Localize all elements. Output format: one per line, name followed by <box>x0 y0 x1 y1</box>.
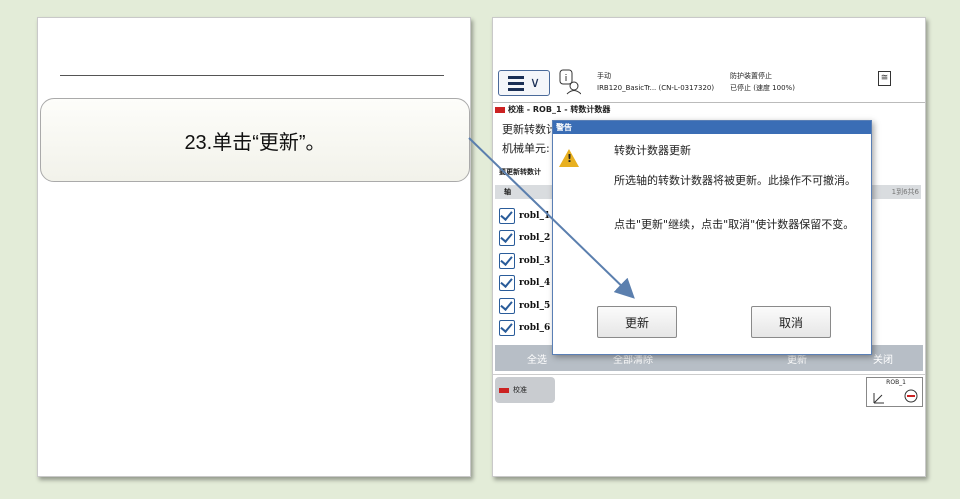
checkbox-checked[interactable] <box>499 208 515 224</box>
instruction-callout: 23.单击“更新”。 <box>40 98 470 182</box>
taskbar: 校准 ROB_1 <box>493 374 925 407</box>
checkbox-checked[interactable] <box>499 253 515 269</box>
mode-text: 手动 <box>597 72 611 80</box>
chevron-down-icon: ∨ <box>529 75 541 91</box>
close-bar-button[interactable]: 关闭 <box>873 351 893 366</box>
checkbox-checked[interactable] <box>499 230 515 246</box>
calibration-icon <box>495 106 505 113</box>
safety-text: 防护装置停止 <box>730 72 772 80</box>
dialog-body-2: 点击"更新"继续，点击"取消"使计数器保留不变。 <box>614 218 855 231</box>
checkbox-checked[interactable] <box>499 298 515 314</box>
jog-status-button[interactable]: ROB_1 <box>866 377 923 407</box>
select-all-button[interactable]: 全选 <box>527 351 547 366</box>
checkbox-checked[interactable] <box>499 275 515 291</box>
axis-row-5[interactable]: robl_5 <box>499 297 559 315</box>
breadcrumb-text: 校准 - ROB_1 - 转数计数器 <box>508 105 611 114</box>
calibration-task-button[interactable]: 校准 <box>495 377 555 403</box>
cancel-button[interactable]: 取消 <box>751 306 831 338</box>
column-axis: 轴 <box>504 188 511 196</box>
mech-unit-label: 机械单元: <box>502 142 550 155</box>
warning-dialog: 警告 ! 转数计数器更新 所选轴的转数计数器将被更新。此操作不可撤消。 点击"更… <box>552 120 872 355</box>
divider-line <box>60 75 444 76</box>
range-indicator: 1到6共6 <box>891 188 919 196</box>
exclamation-icon: ! <box>567 152 573 165</box>
calibration-task-icon <box>499 387 509 393</box>
run-state-text: 已停止 (速度 100%) <box>730 84 795 92</box>
flexpendant-screen: ∨ i 手动 IRB120_BasicTr... (CN-L-0317320) … <box>493 66 925 411</box>
close-window-icon[interactable]: ≅ <box>878 71 891 86</box>
screenshot-panel: ∨ i 手动 IRB120_BasicTr... (CN-L-0317320) … <box>492 17 926 477</box>
dialog-title: 警告 <box>553 121 871 134</box>
top-status-bar: ∨ i 手动 IRB120_BasicTr... (CN-L-0317320) … <box>493 66 925 103</box>
update-counters-label: 更新转数计 <box>502 123 557 136</box>
checkbox-checked[interactable] <box>499 320 515 336</box>
jog-axes-icon <box>873 389 918 404</box>
breadcrumb: 校准 - ROB_1 - 转数计数器 <box>495 104 610 115</box>
dialog-heading: 转数计数器更新 <box>614 144 691 157</box>
system-text: IRB120_BasicTr... (CN-L-0317320) <box>597 84 715 92</box>
list-heading: 要更新转数计 <box>499 168 541 176</box>
svg-text:i: i <box>565 74 568 84</box>
dialog-body-1: 所选轴的转数计数器将被更新。此操作不可撤消。 <box>614 174 856 187</box>
instruction-text: 23.单击“更新”。 <box>184 131 326 154</box>
axis-row-2[interactable]: robl_2 <box>499 229 559 247</box>
axis-row-6[interactable]: robl_6 <box>499 319 559 337</box>
main-menu-button[interactable]: ∨ <box>498 70 550 96</box>
axis-row-1[interactable]: robl_1 <box>499 207 559 225</box>
user-warning-icon[interactable]: i <box>559 69 581 95</box>
axis-row-4[interactable]: robl_4 <box>499 274 559 292</box>
instruction-panel: 23.单击“更新”。 <box>37 17 471 477</box>
hamburger-menu-icon <box>507 75 524 91</box>
axis-row-3[interactable]: robl_3 <box>499 252 559 270</box>
update-button[interactable]: 更新 <box>597 306 677 338</box>
